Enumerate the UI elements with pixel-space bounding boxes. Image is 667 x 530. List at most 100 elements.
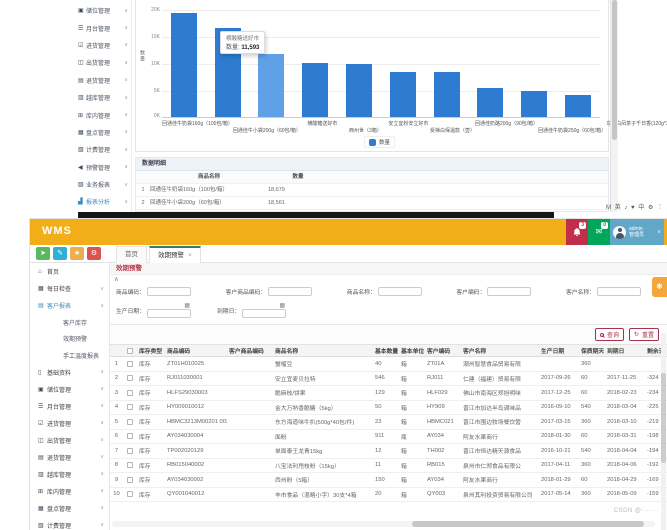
close-icon[interactable]: × bbox=[188, 248, 192, 263]
chart-bar[interactable] bbox=[302, 63, 328, 117]
chart-bar[interactable] bbox=[390, 72, 416, 117]
row-checkbox[interactable] bbox=[127, 491, 133, 497]
row-checkbox[interactable] bbox=[127, 477, 133, 483]
table-row[interactable]: 3 库存 HLFS29030003 脆麻枝/饼果 129 箱 HLF029 佛山… bbox=[110, 386, 667, 401]
table-row[interactable]: 5 库存 HBMC3213M00201 00203 东方海道味牛扒(500g*4… bbox=[110, 415, 667, 430]
tab-home[interactable]: 首页 bbox=[116, 246, 147, 263]
date-input[interactable] bbox=[242, 309, 286, 318]
report-sidebar-item[interactable]: ▤ 退货管理 ∨ bbox=[75, 72, 131, 89]
chart-bar[interactable] bbox=[477, 88, 503, 117]
user-menu[interactable]: admin 管理员 ∨ bbox=[610, 219, 664, 245]
wms-sidebar-item[interactable]: ▣ 储位管理 ∨ bbox=[33, 381, 109, 398]
table-row[interactable]: 7 库存 TP002020129 单面泰王龙青15kg 12 箱 TH002 晋… bbox=[110, 444, 667, 459]
star-button[interactable]: ★ bbox=[70, 247, 84, 260]
wms-sidebar-item[interactable]: 手工温度报表 bbox=[33, 347, 109, 364]
row-checkbox[interactable] bbox=[127, 419, 133, 425]
vscroll-thumb[interactable] bbox=[661, 373, 666, 463]
cell-product-code: AY034030004 bbox=[165, 433, 227, 439]
wms-sidebar-item[interactable]: ⌂ 首页 bbox=[33, 263, 109, 280]
row-checkbox[interactable] bbox=[127, 433, 133, 439]
share-button[interactable]: ⚙ bbox=[87, 247, 101, 260]
alerts-button[interactable]: 3 bbox=[566, 219, 588, 245]
report-sidebar-item[interactable]: ◀ 预警管理 ∨ bbox=[75, 159, 131, 176]
table-row[interactable]: 10 库存 QY001040012 丰市食品（混略小字）30支*4箱 20 箱 … bbox=[110, 488, 667, 503]
chevron-down-icon: ∨ bbox=[124, 95, 128, 101]
query-button[interactable]: 查询 bbox=[595, 328, 624, 341]
row-checkbox[interactable] bbox=[127, 375, 133, 381]
row-checkbox[interactable] bbox=[127, 462, 133, 468]
wms-sidebar-item[interactable]: ▦ 盘点管理 ∨ bbox=[33, 500, 109, 517]
date-input[interactable] bbox=[147, 309, 191, 318]
reset-button[interactable]: ↻ 重置 bbox=[629, 328, 659, 341]
table-row[interactable]: 4 库存 HY009010012 金大万熟香脆糖（5kg） 50 箱 HY909… bbox=[110, 401, 667, 416]
wms-sidebar-item[interactable]: 效期预警 bbox=[33, 331, 109, 348]
chart-bar[interactable] bbox=[258, 54, 284, 117]
table-row[interactable]: 8 库存 RB015040002 八宝法利甩枝粉（15kg） 11 箱 RB01… bbox=[110, 459, 667, 474]
filter-input[interactable] bbox=[487, 287, 531, 296]
edit-button[interactable]: ✎ bbox=[53, 247, 67, 260]
wms-sidebar-item[interactable]: ⊞ 库内管理 ∨ bbox=[33, 483, 109, 500]
collapse-filters-toggle[interactable]: ∧ bbox=[110, 275, 667, 285]
wms-sidebar-item[interactable]: ▦ 每日检查 ∨ bbox=[33, 280, 109, 297]
wms-sidebar-item[interactable]: ☰ 月台管理 ∨ bbox=[33, 398, 109, 415]
wms-sidebar-item[interactable]: ▤ 退货管理 ∨ bbox=[33, 449, 109, 466]
report-sidebar-item[interactable]: ☰ 月台管理 ∨ bbox=[75, 19, 131, 36]
filter-input[interactable] bbox=[268, 287, 312, 296]
chart-bar[interactable] bbox=[346, 64, 372, 117]
row-checkbox[interactable] bbox=[127, 448, 133, 454]
report-sidebar: ▣ 储位管理 ∨ ☰ 月台管理 ∨ ☑ 进货管理 ∨ ◫ 出货管理 ∨ bbox=[75, 0, 132, 212]
report-sidebar-item[interactable]: ▦ 盘点管理 ∨ bbox=[75, 124, 131, 141]
row-checkbox[interactable] bbox=[127, 361, 133, 367]
detail-row[interactable]: 2 回通佳牛小袋200g（60包/箱） 18,561 bbox=[136, 197, 608, 210]
wms-sidebar-item[interactable]: ▯ 基础资料 ∨ bbox=[33, 364, 109, 381]
menu-label: 进货管理 bbox=[86, 41, 110, 50]
table-row[interactable]: 2 库存 RJ011030001 安立宜麦贝拉特 546 箱 RJ011 仁建（… bbox=[110, 372, 667, 387]
alerts-count-badge: 3 bbox=[579, 222, 586, 229]
report-sidebar-item[interactable]: ☑ 进货管理 ∨ bbox=[75, 37, 131, 54]
row-checkbox[interactable] bbox=[127, 390, 133, 396]
table-row[interactable]: 6 库存 AY034030004 面粉 911 瓶 AY034 阿友水果商行 2… bbox=[110, 430, 667, 445]
wms-sidebar-item[interactable]: ☑ 进货管理 ∨ bbox=[33, 415, 109, 432]
detail-row[interactable]: 1 回通佳牛奶袋160g（100包/箱） 18,679 bbox=[136, 184, 608, 197]
calendar-icon[interactable]: ▦ bbox=[184, 302, 190, 309]
filter-input[interactable] bbox=[597, 287, 641, 296]
cell-base-qty: 150 bbox=[373, 477, 399, 483]
report-sidebar-item[interactable]: ▨ 计费管理 ∨ bbox=[75, 141, 131, 158]
wms-sidebar-item[interactable]: ▤ 客户报表 ∨ bbox=[33, 297, 109, 314]
browser-scrollbar[interactable] bbox=[610, 0, 618, 212]
report-sidebar-item[interactable]: ▟ 报表分析 ∨ bbox=[75, 193, 131, 210]
report-sidebar-item[interactable]: ▥ 越库管理 ∨ bbox=[75, 89, 131, 106]
wms-sidebar-item[interactable]: ▨ 计费管理 ∨ bbox=[33, 517, 109, 530]
chart-bar[interactable] bbox=[171, 13, 197, 117]
report-sidebar-item[interactable]: ⊞ 库内管理 ∨ bbox=[75, 106, 131, 123]
tab-expiry-warning[interactable]: 效期预警 × bbox=[149, 246, 201, 263]
table-vertical-scrollbar[interactable] bbox=[661, 333, 666, 530]
filter-input[interactable] bbox=[147, 287, 191, 296]
table-row[interactable]: 1 库存 ZT01H010025 蟹榴豆 40 箱 ZT01A 潮州智慧食品贸易… bbox=[110, 357, 667, 372]
chart-bar[interactable] bbox=[521, 91, 547, 117]
chart-bar[interactable] bbox=[565, 95, 591, 117]
panel-settings-button[interactable]: ✱ bbox=[652, 277, 667, 297]
wms-sidebar-item[interactable]: ◫ 出货管理 ∨ bbox=[33, 432, 109, 449]
app-logo[interactable]: WMS bbox=[42, 225, 72, 237]
messages-button[interactable]: ✉ 0 bbox=[588, 219, 610, 245]
chart-legend[interactable]: 数量 bbox=[364, 136, 395, 148]
chart-bar[interactable] bbox=[434, 72, 460, 117]
table-row[interactable]: 9 库存 AY034030002 西州粉（5箱） 150 箱 AY034 阿友水… bbox=[110, 473, 667, 488]
report-sidebar-item[interactable]: ▧ 业务报表 ∨ bbox=[75, 176, 131, 193]
hscroll-thumb[interactable] bbox=[412, 521, 644, 527]
horizontal-scrollbar[interactable] bbox=[112, 521, 655, 527]
row-checkbox[interactable] bbox=[127, 404, 133, 410]
cell-production-date: 2017-09-26 bbox=[539, 375, 579, 381]
calendar-icon[interactable]: ▦ bbox=[280, 302, 286, 309]
cell-base-qty: 40 bbox=[373, 361, 399, 367]
wms-sidebar-item[interactable]: 客户库存 bbox=[33, 314, 109, 331]
report-sidebar-item[interactable]: ▣ 储位管理 ∨ bbox=[75, 2, 131, 19]
filter-input[interactable] bbox=[378, 287, 422, 296]
wms-sidebar-item[interactable]: ▥ 越库管理 ∨ bbox=[33, 466, 109, 483]
detail-col-qty: 数量 bbox=[268, 171, 328, 183]
select-all-checkbox[interactable] bbox=[127, 348, 133, 354]
report-sidebar-item[interactable]: ◫ 出货管理 ∨ bbox=[75, 54, 131, 71]
send-button[interactable]: ➤ bbox=[36, 247, 50, 260]
scrollbar-thumb[interactable] bbox=[612, 0, 617, 140]
